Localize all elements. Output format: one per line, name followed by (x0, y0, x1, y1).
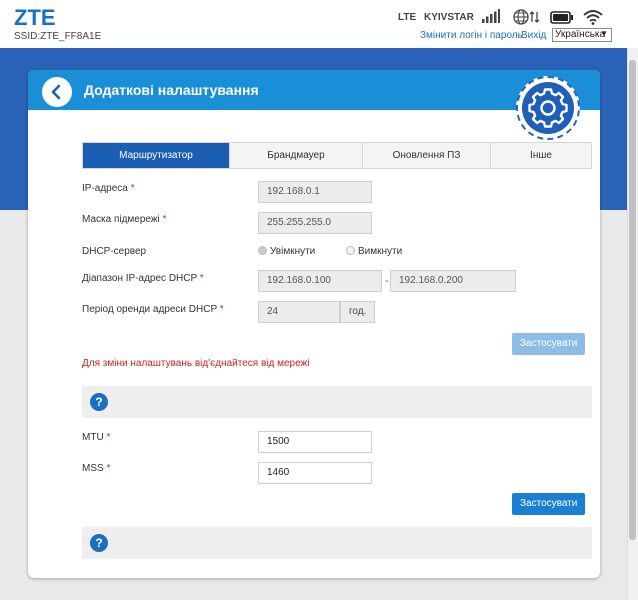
mtu-field[interactable]: 1500 (258, 431, 372, 453)
tab-firmware-update[interactable]: Оновлення ПЗ (363, 143, 491, 168)
radio-unselected-icon (346, 246, 355, 255)
mss-field[interactable]: 1460 (258, 462, 372, 484)
dhcp-disable-label: Вимкнути (358, 246, 403, 257)
help-bar-mtu: ? (82, 527, 592, 559)
chevron-left-icon (51, 84, 61, 100)
subnet-mask-field[interactable]: 255.255.255.0 (258, 212, 372, 234)
mtu-label: MTU * (82, 432, 111, 443)
change-login-link[interactable]: Змінити логін і пароль (420, 30, 523, 41)
radio-selected-icon (258, 246, 267, 255)
zte-logo: ZTE (14, 5, 56, 30)
apply-mtu-button[interactable]: Застосувати (512, 493, 586, 515)
chevron-down-icon: ▼ (600, 29, 608, 38)
subnet-mask-label: Маска підмережі * (82, 214, 167, 225)
battery-icon (550, 11, 573, 24)
apply-router-button[interactable]: Застосувати (512, 333, 586, 355)
language-select[interactable]: Українська ▼ (552, 28, 612, 42)
network-type: LTE (398, 12, 417, 23)
lease-unit: год. (340, 301, 376, 323)
disconnect-warning: Для зміни налаштувань від'єднайтеся від … (82, 358, 310, 369)
signal-strength-icon (482, 9, 500, 23)
dhcp-enable-label: Увімкнути (270, 246, 316, 257)
card-header: Додаткові налаштування (28, 70, 600, 110)
logout-link[interactable]: Вихід (521, 30, 546, 41)
range-separator: - (385, 275, 389, 287)
page-title: Додаткові налаштування (84, 82, 259, 98)
carrier-name: KYIVSTAR (424, 12, 474, 23)
internet-connection-icon (513, 9, 540, 25)
dhcp-enable-radio[interactable]: Увімкнути (258, 246, 315, 257)
help-bar-router: ? (82, 386, 592, 418)
help-icon[interactable]: ? (90, 534, 108, 552)
dhcp-lease-label: Період оренди адреси DHCP * (82, 304, 224, 315)
scrollbar-thumb[interactable] (629, 60, 636, 540)
mss-label: MSS * (82, 463, 111, 474)
gear-icon (522, 82, 574, 134)
wifi-icon (583, 10, 603, 25)
dhcp-range-label: Діапазон IP-адрес DHCP * (82, 273, 204, 284)
ssid-label: SSID:ZTE_FF8A1E (14, 31, 102, 42)
ip-address-label: IP-адреса * (82, 183, 135, 194)
settings-badge (516, 76, 580, 140)
ip-address-field[interactable]: 192.168.0.1 (258, 181, 372, 203)
dhcp-server-label: DHCP-сервер (82, 246, 147, 257)
settings-card: Додаткові налаштування Маршрутизатор Бра… (28, 70, 600, 578)
dhcp-range-start-field[interactable]: 192.168.0.100 (258, 270, 382, 292)
language-select-value: Українська (555, 29, 606, 40)
tab-firewall[interactable]: Брандмауер (230, 143, 363, 168)
tab-bar: Маршрутизатор Брандмауер Оновлення ПЗ Ін… (82, 142, 592, 169)
help-icon[interactable]: ? (90, 393, 108, 411)
tab-other[interactable]: Інше (491, 143, 591, 168)
tab-router[interactable]: Маршрутизатор (83, 143, 230, 168)
top-header: ZTE SSID:ZTE_FF8A1E LTE KYIVSTAR Змінити… (0, 0, 638, 48)
dhcp-disable-radio[interactable]: Вимкнути (346, 246, 402, 257)
dhcp-range-end-field[interactable]: 192.168.0.200 (390, 270, 516, 292)
back-button[interactable] (42, 77, 72, 107)
dhcp-lease-field[interactable]: 24 (258, 301, 340, 323)
